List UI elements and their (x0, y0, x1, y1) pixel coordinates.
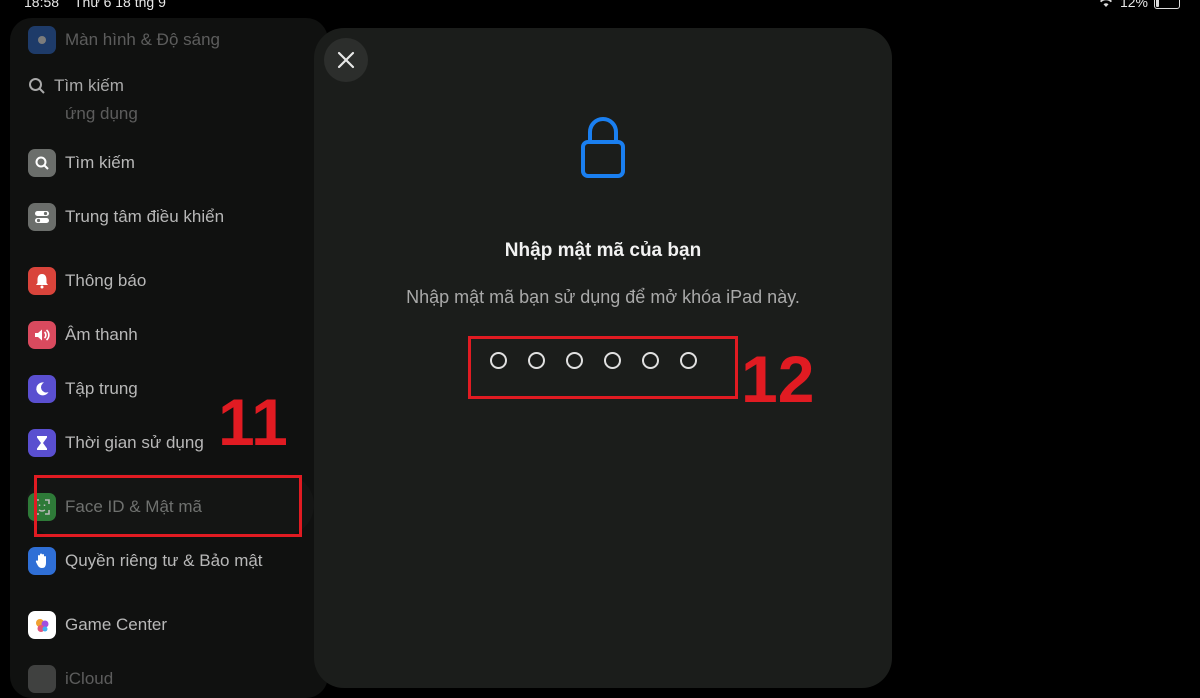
sidebar-item-search[interactable]: Tìm kiếm (28, 146, 135, 180)
settings-sidebar (10, 18, 328, 698)
sidebar-item-label: Âm thanh (65, 325, 138, 344)
passcode-subtitle: Nhập mật mã bạn sử dụng để mở khóa iPad … (406, 287, 800, 307)
lock-icon (581, 117, 625, 178)
sidebar-item-notifications[interactable]: Thông báo (28, 264, 146, 298)
sidebar-item-game-center[interactable]: Game Center (28, 608, 167, 642)
sidebar-item-label: Thời gian sử dụng (65, 433, 204, 452)
sidebar-item-privacy[interactable]: Quyền riêng tư & Bảo mật (28, 544, 263, 578)
sidebar-item-label: Thông báo (65, 271, 147, 290)
search-icon (29, 78, 45, 94)
sidebar-item-label: Tìm kiếm (65, 153, 135, 172)
toggles-icon (28, 203, 56, 231)
passcode-title: Nhập mật mã của bạn (504, 240, 702, 261)
status-date: Thứ 6 18 thg 9 (74, 0, 166, 10)
sidebar-item-apps[interactable]: ứng dụng (65, 97, 138, 131)
close-button[interactable] (324, 38, 368, 82)
battery-icon (1154, 0, 1180, 9)
bell-icon (28, 267, 56, 295)
sidebar-item-label: iCloud (65, 669, 114, 688)
annotation-number-12: 12 (741, 342, 815, 416)
sidebar-search[interactable]: Tìm kiếm (28, 76, 124, 96)
battery-percent: 12% (1119, 0, 1148, 10)
sidebar-item-control-center[interactable]: Trung tâm điều khiển (28, 200, 224, 234)
speaker-icon (28, 321, 56, 349)
status-time: 18:58 (24, 0, 60, 10)
status-bar: 18:58 Thứ 6 18 thg 9 12% (0, 0, 1200, 12)
sidebar-item-screen-time[interactable]: Thời gian sử dụng (28, 426, 204, 460)
sidebar-item-label: Tập trung (65, 379, 138, 398)
sidebar-item-label: Màn hình & Độ sáng (65, 30, 220, 49)
annotation-box-11 (34, 475, 302, 537)
search-icon (28, 149, 56, 177)
annotation-box-12 (468, 336, 738, 399)
close-icon (337, 51, 355, 69)
sidebar-item-label: ứng dụng (65, 104, 138, 123)
sidebar-item-label: Trung tâm điều khiển (65, 207, 225, 226)
sidebar-item-display[interactable]: Màn hình & Độ sáng (28, 23, 220, 57)
annotation-number-11: 11 (218, 385, 288, 459)
hourglass-icon (28, 429, 56, 457)
sidebar-item-label: Quyền riêng tư & Bảo mật (65, 551, 263, 570)
cloud-icon (28, 665, 56, 693)
hand-icon (28, 547, 56, 575)
wifi-icon (1099, 0, 1113, 7)
sidebar-item-sounds[interactable]: Âm thanh (28, 318, 138, 352)
status-right: 12% (1098, 0, 1180, 10)
sidebar-item-label: Game Center (65, 615, 168, 634)
gamecenter-icon (28, 611, 56, 639)
moon-icon (28, 375, 56, 403)
search-placeholder: Tìm kiếm (54, 76, 124, 95)
display-icon (28, 26, 56, 54)
sidebar-item-focus[interactable]: Tập trung (28, 372, 138, 406)
sidebar-item-icloud[interactable]: iCloud (28, 662, 113, 696)
